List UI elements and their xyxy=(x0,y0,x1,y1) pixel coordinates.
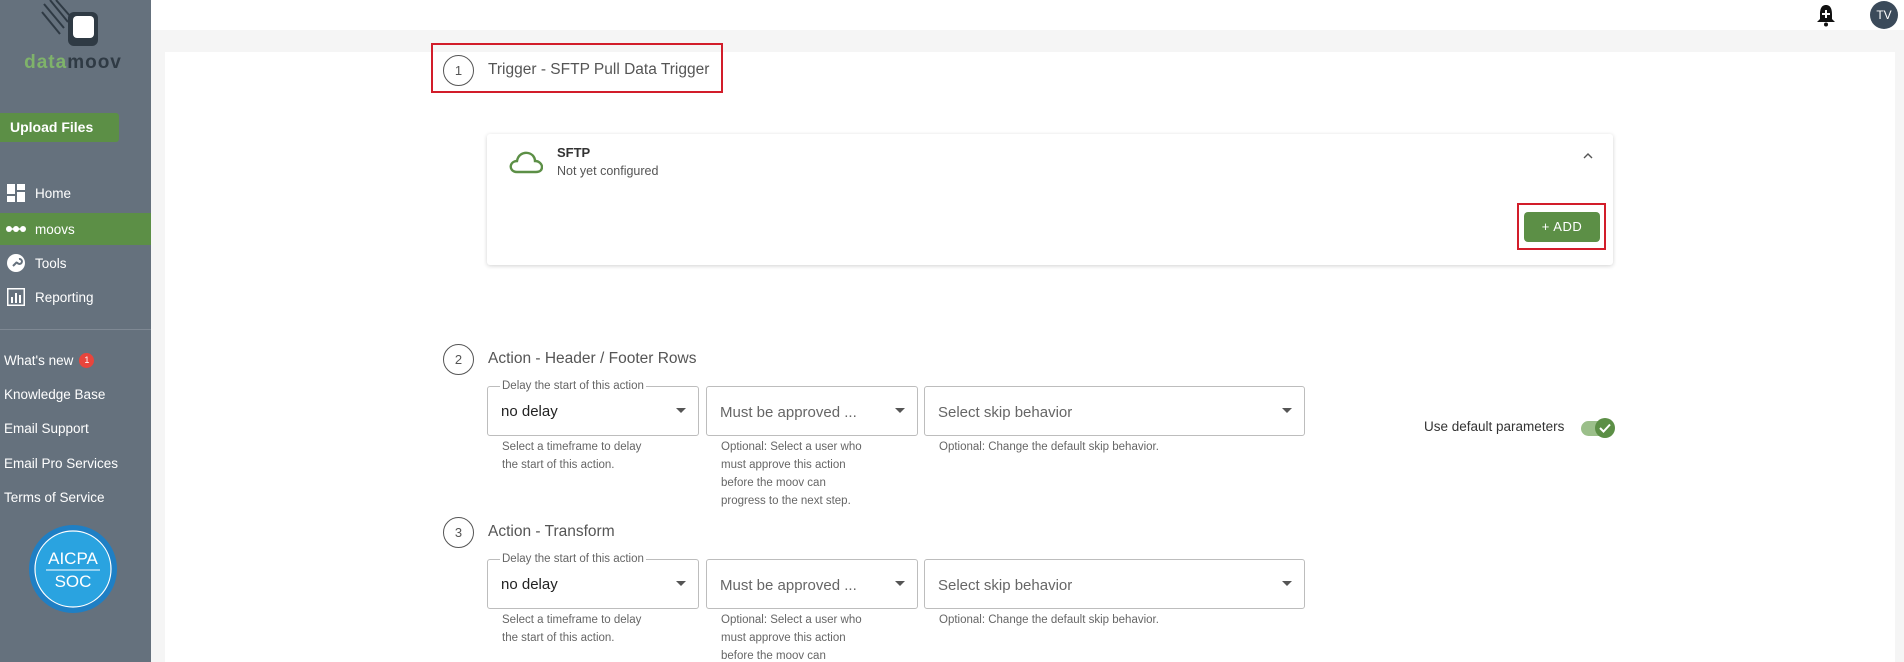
svg-text:AICPA: AICPA xyxy=(48,549,98,568)
datamoov-logo[interactable]: datamoov xyxy=(18,0,128,73)
step-1-title[interactable]: Trigger - SFTP Pull Data Trigger xyxy=(488,61,709,79)
approval-placeholder: Must be approved ... xyxy=(720,404,857,421)
delay-helper-text: Select a timeframe to delay the start of … xyxy=(502,614,642,644)
approval-placeholder: Must be approved ... xyxy=(720,577,857,594)
link-whats-new[interactable]: What's new 1 xyxy=(4,353,95,368)
delay-value: no delay xyxy=(501,403,558,420)
sftp-name: SFTP xyxy=(557,145,591,160)
use-default-toggle[interactable] xyxy=(1581,418,1615,438)
sftp-connector-card: SFTP Not yet configured xyxy=(487,134,1613,265)
upload-files-button[interactable]: Upload Files xyxy=(0,113,119,142)
step-3-title[interactable]: Action - Transform xyxy=(488,523,615,541)
aicpa-soc-seal: AICPA SOC xyxy=(29,525,117,613)
dropdown-arrow-icon xyxy=(676,408,686,413)
delay-legend: Delay the start of this action xyxy=(500,553,646,565)
approval-select[interactable]: Must be approved ... xyxy=(706,559,918,609)
delay-value: no delay xyxy=(501,576,558,593)
user-avatar[interactable]: TV xyxy=(1870,1,1898,29)
nav-item-tools[interactable]: Tools xyxy=(0,247,151,279)
notification-badge: 1 xyxy=(79,353,95,368)
chevron-up-icon[interactable] xyxy=(1583,152,1593,159)
delay-helper-text: Select a timeframe to delay the start of … xyxy=(502,441,642,471)
bell-add-icon[interactable] xyxy=(1815,3,1837,27)
sidebar: datamoov Upload Files Home moovs Tools R… xyxy=(0,0,151,662)
use-default-label: Use default parameters xyxy=(1424,419,1565,434)
sftp-status: Not yet configured xyxy=(557,164,659,178)
bar-chart-icon xyxy=(6,288,26,306)
nav-item-home[interactable]: Home xyxy=(0,177,151,209)
skip-placeholder: Select skip behavior xyxy=(938,577,1073,594)
skip-helper-text: Optional: Change the default skip behavi… xyxy=(939,441,1159,453)
dots-chain-icon xyxy=(6,220,26,238)
approval-helper-text: Optional: Select a user who must approve … xyxy=(721,441,862,507)
cloud-icon xyxy=(509,151,543,174)
dropdown-arrow-icon xyxy=(895,408,905,413)
nav-item-reporting[interactable]: Reporting xyxy=(0,281,151,313)
dashboard-icon xyxy=(6,184,26,202)
skip-helper-text: Optional: Change the default skip behavi… xyxy=(939,614,1159,626)
dropdown-arrow-icon xyxy=(895,581,905,586)
approval-helper-text: Optional: Select a user who must approve … xyxy=(721,614,862,662)
delay-select[interactable]: Delay the start of this action no delay xyxy=(487,553,699,609)
link-email-support[interactable]: Email Support xyxy=(4,421,89,436)
skip-behavior-select[interactable]: Select skip behavior xyxy=(924,559,1305,609)
logo-mark-icon xyxy=(41,0,98,46)
check-icon xyxy=(1595,418,1615,438)
delay-legend: Delay the start of this action xyxy=(500,380,646,392)
step-2-title[interactable]: Action - Header / Footer Rows xyxy=(488,350,696,368)
sidebar-divider xyxy=(0,329,151,330)
top-bar xyxy=(151,0,1904,30)
link-email-pro-services[interactable]: Email Pro Services xyxy=(4,456,118,471)
delay-select[interactable]: Delay the start of this action no delay xyxy=(487,380,699,436)
nav-label-reporting: Reporting xyxy=(35,289,94,305)
link-knowledge-base[interactable]: Knowledge Base xyxy=(4,387,105,402)
wrench-icon xyxy=(6,254,26,272)
dropdown-arrow-icon xyxy=(1282,581,1292,586)
svg-text:SOC: SOC xyxy=(55,572,92,591)
step-3-number: 3 xyxy=(443,517,474,548)
skip-placeholder: Select skip behavior xyxy=(938,404,1073,421)
nav-item-moovs[interactable]: moovs xyxy=(0,213,151,245)
step-1-number: 1 xyxy=(443,55,474,86)
approval-select[interactable]: Must be approved ... xyxy=(706,386,918,436)
skip-behavior-select[interactable]: Select skip behavior xyxy=(924,386,1305,436)
add-button[interactable]: + ADD xyxy=(1524,212,1600,242)
link-terms-of-service[interactable]: Terms of Service xyxy=(4,490,105,505)
link-label: What's new xyxy=(4,353,74,368)
step-2-number: 2 xyxy=(443,344,474,375)
nav-label-home: Home xyxy=(35,185,72,201)
logo-text: datamoov xyxy=(24,52,122,73)
dropdown-arrow-icon xyxy=(676,581,686,586)
dropdown-arrow-icon xyxy=(1282,408,1292,413)
nav-label-tools: Tools xyxy=(35,255,67,271)
nav-label-moovs: moovs xyxy=(35,221,75,237)
